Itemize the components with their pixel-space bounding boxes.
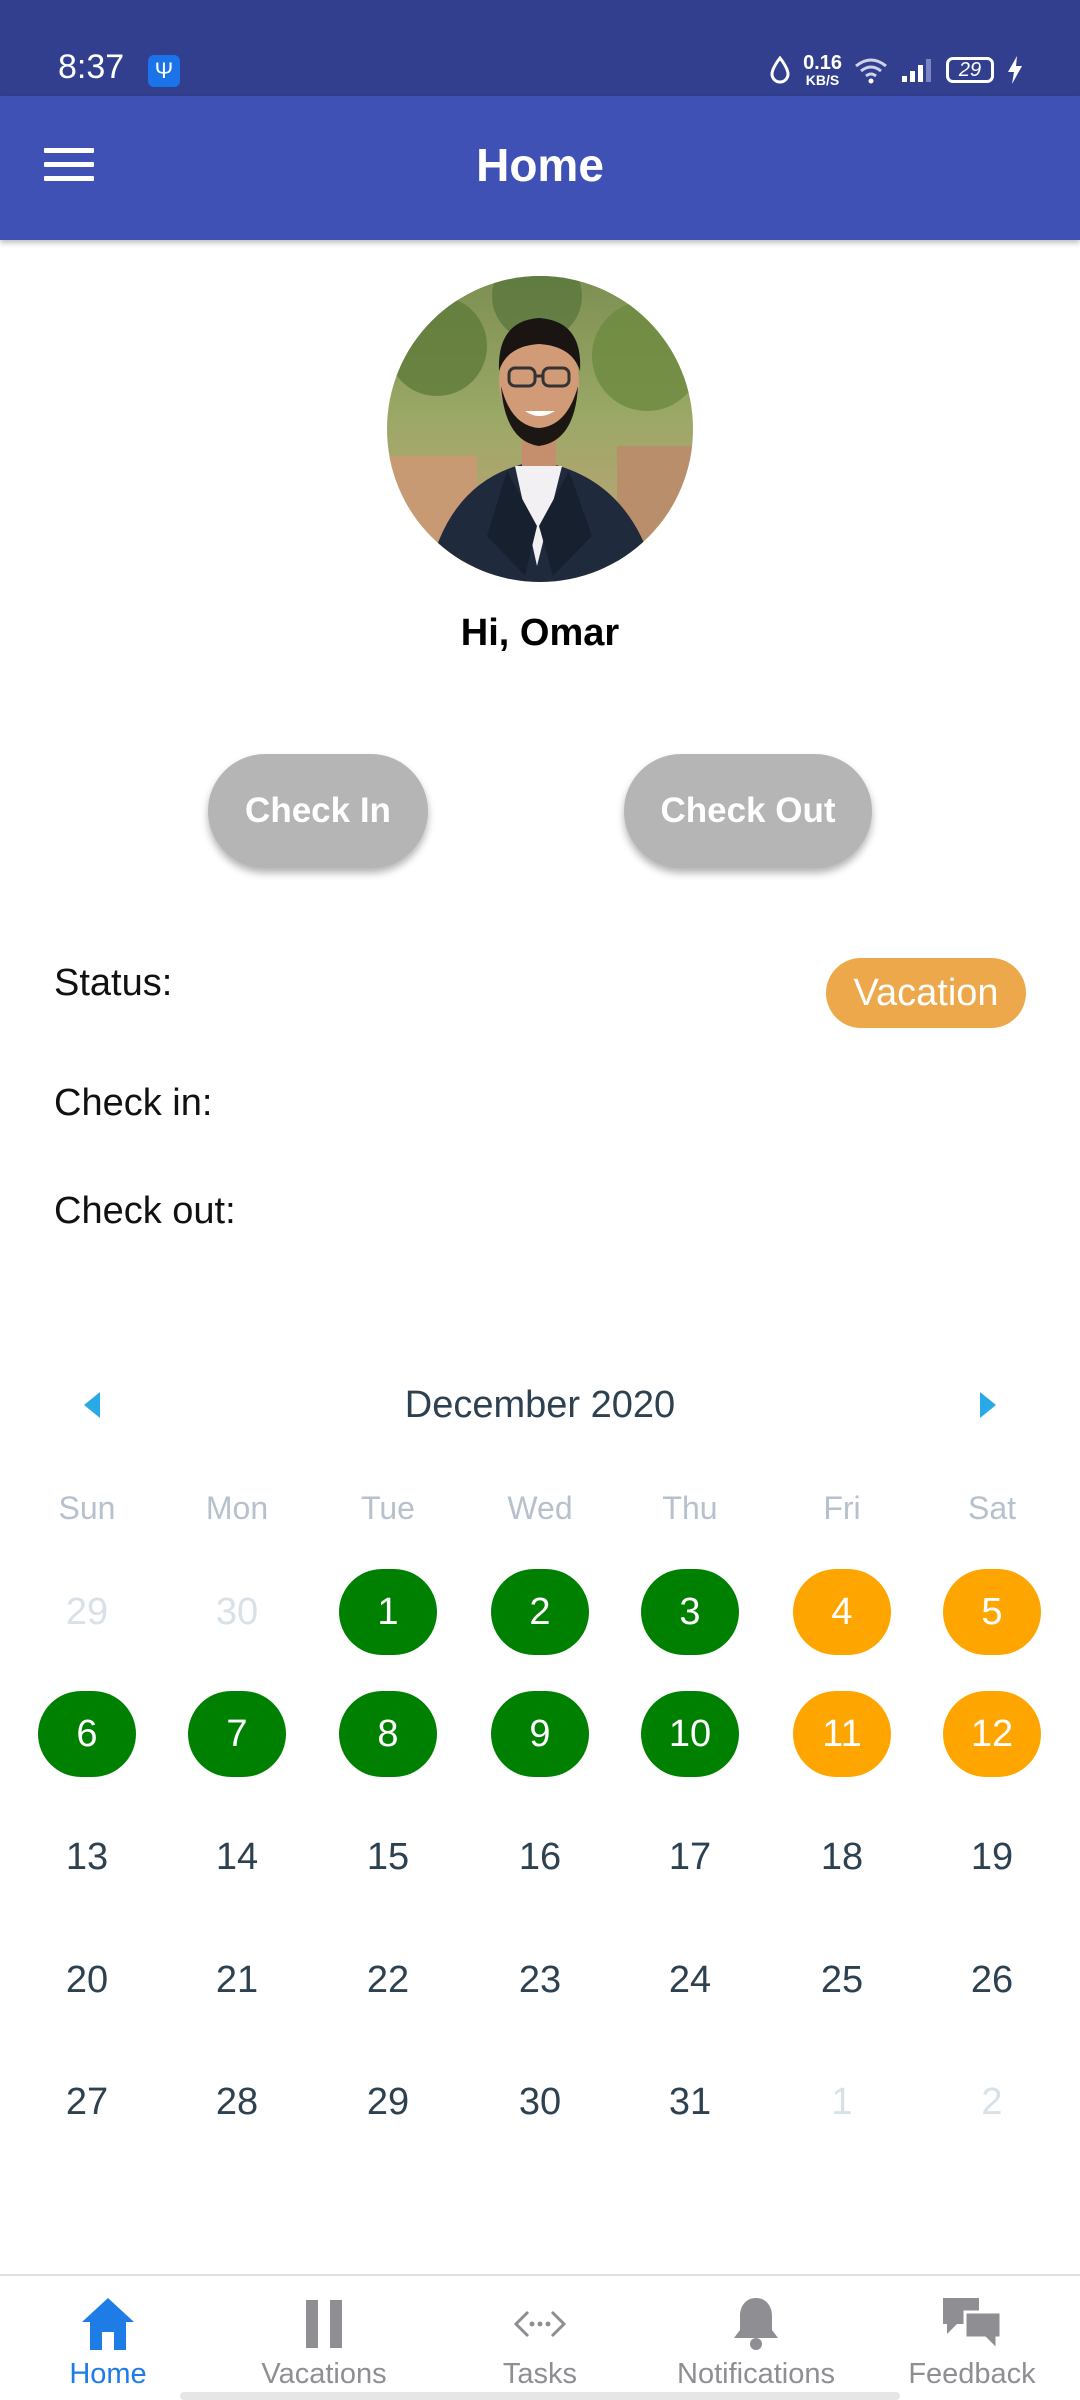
page-title: Home (476, 139, 604, 191)
weekday-label: Sun (58, 1490, 116, 1526)
data-saver-icon (770, 56, 790, 84)
code-arrows-icon (513, 2310, 567, 2338)
next-month-icon[interactable] (980, 1392, 996, 1418)
calendar-day[interactable]: 16 (491, 1814, 589, 1900)
tab-home[interactable]: Home (0, 2276, 216, 2400)
check-in-button[interactable]: Check In (208, 754, 428, 868)
status-label: Status: (54, 962, 173, 1004)
tab-tasks-label: Tasks (502, 2358, 578, 2390)
status-bar: 8:37 Ψ 0.16 KB/S 29 (0, 0, 1080, 96)
profile-photo (387, 276, 693, 582)
app-bar: Home (0, 96, 1080, 240)
wifi-icon (855, 58, 887, 84)
calendar-day[interactable]: 17 (641, 1814, 739, 1900)
calendar-day[interactable]: 13 (38, 1814, 136, 1900)
status-time: 8:37 (58, 48, 125, 86)
calendar-day[interactable]: 1 (339, 1569, 437, 1655)
avatar (387, 276, 693, 582)
calendar-day[interactable]: 29 (339, 2059, 437, 2145)
calendar-day[interactable]: 14 (188, 1814, 286, 1900)
tab-feedback-label: Feedback (908, 2358, 1036, 2390)
weekday-label: Fri (823, 1490, 861, 1526)
bell-icon (734, 2298, 778, 2350)
greeting-text: Hi, Omar (460, 612, 620, 654)
check-out-time-label: Check out: (54, 1190, 236, 1232)
calendar-day[interactable]: 5 (943, 1569, 1041, 1655)
calendar-day[interactable]: 31 (641, 2059, 739, 2145)
calendar-day[interactable]: 2 (943, 2059, 1041, 2145)
tab-vacations-label: Vacations (261, 2358, 387, 2390)
bottom-navigation: Home Vacations Tasks Notifications Feedb… (0, 2274, 1080, 2400)
calendar-day[interactable]: 30 (491, 2059, 589, 2145)
calendar-day[interactable]: 20 (38, 1937, 136, 2023)
weekday-label: Sat (967, 1490, 1017, 1526)
calendar-day[interactable]: 19 (943, 1814, 1041, 1900)
calendar-day[interactable]: 7 (188, 1691, 286, 1777)
calendar-day[interactable]: 11 (793, 1691, 891, 1777)
tab-notifications[interactable]: Notifications (648, 2276, 864, 2400)
home-icon (82, 2298, 134, 2350)
charging-bolt-icon (1008, 56, 1022, 84)
network-speed-value: 0.16 (803, 52, 842, 74)
calendar-day[interactable]: 1 (793, 2059, 891, 2145)
tab-notifications-label: Notifications (677, 2358, 835, 2390)
calendar-day[interactable]: 12 (943, 1691, 1041, 1777)
tab-home-label: Home (69, 2358, 147, 2390)
status-indicators: 0.16 KB/S 29 (769, 50, 1024, 90)
calendar-day[interactable]: 22 (339, 1937, 437, 2023)
tab-tasks[interactable]: Tasks (432, 2276, 648, 2400)
weekday-label: Wed (507, 1490, 573, 1526)
signal-icon (902, 59, 931, 82)
calendar-day[interactable]: 18 (793, 1814, 891, 1900)
calendar-month-label: December 2020 (404, 1384, 676, 1426)
calendar-day[interactable]: 4 (793, 1569, 891, 1655)
calendar-day[interactable]: 6 (38, 1691, 136, 1777)
weekday-label: Thu (662, 1490, 718, 1526)
calendar-day[interactable]: 27 (38, 2059, 136, 2145)
status-badge: Vacation (826, 958, 1026, 1028)
calendar-day[interactable]: 3 (641, 1569, 739, 1655)
check-out-button[interactable]: Check Out (624, 754, 872, 868)
calendar-header: December 2020 (0, 1376, 1080, 1436)
calendar-day[interactable]: 10 (641, 1691, 739, 1777)
calendar-day[interactable]: 28 (188, 2059, 286, 2145)
battery-indicator: 29 (946, 57, 994, 83)
calendar-day[interactable]: 21 (188, 1937, 286, 2023)
usb-icon: Ψ (148, 55, 180, 87)
network-speed-unit: KB/S (805, 72, 840, 88)
calendar-day[interactable]: 30 (188, 1569, 286, 1655)
check-in-time-label: Check in: (54, 1082, 213, 1124)
calendar-day[interactable]: 8 (339, 1691, 437, 1777)
calendar-day[interactable]: 25 (793, 1937, 891, 2023)
tab-vacations[interactable]: Vacations (216, 2276, 432, 2400)
chat-bubbles-icon (943, 2298, 1003, 2354)
network-speed: 0.16 KB/S (803, 53, 842, 87)
calendar-day[interactable]: 23 (491, 1937, 589, 2023)
calendar-day[interactable]: 29 (38, 1569, 136, 1655)
gesture-bar (180, 2392, 900, 2400)
calendar-day[interactable]: 2 (491, 1569, 589, 1655)
calendar-day[interactable]: 26 (943, 1937, 1041, 2023)
calendar-day[interactable]: 24 (641, 1937, 739, 2023)
weekday-label: Tue (361, 1490, 415, 1526)
tab-feedback[interactable]: Feedback (864, 2276, 1080, 2400)
calendar-day[interactable]: 9 (491, 1691, 589, 1777)
weekday-label: Mon (205, 1490, 269, 1526)
calendar-day[interactable]: 15 (339, 1814, 437, 1900)
pause-icon (306, 2300, 342, 2348)
